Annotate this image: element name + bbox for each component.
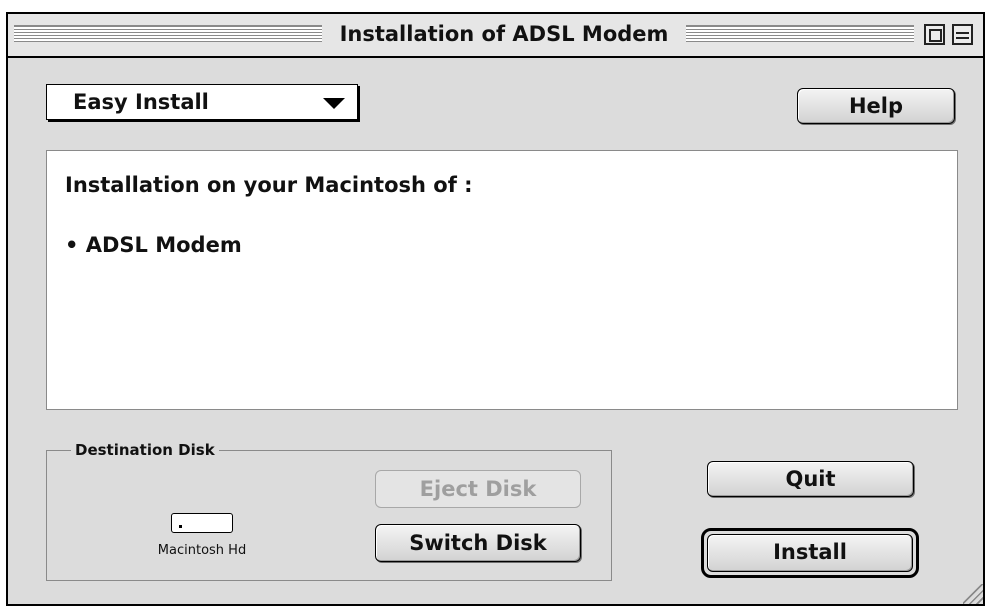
- help-button[interactable]: Help: [797, 88, 955, 124]
- install-button-label: Install: [707, 534, 913, 572]
- install-mode-selected: Easy Install: [73, 90, 209, 114]
- destination-disk-label: Destination Disk: [71, 441, 219, 459]
- eject-disk-button[interactable]: Eject Disk: [375, 470, 581, 508]
- install-button[interactable]: Install: [701, 528, 919, 578]
- quit-button[interactable]: Quit: [707, 461, 914, 497]
- title-bar[interactable]: Installation of ADSL Modem: [8, 14, 983, 58]
- zoom-box-icon[interactable]: [924, 24, 945, 45]
- triangle-down-icon: [323, 98, 345, 109]
- install-description-heading: Installation on your Macintosh of :: [65, 173, 473, 197]
- window-title: Installation of ADSL Modem: [339, 22, 669, 46]
- hard-disk-icon: [171, 513, 233, 533]
- title-bar-stripes-right: [686, 25, 914, 42]
- installer-window: Installation of ADSL Modem Easy Install …: [6, 12, 985, 606]
- install-description-panel: Installation on your Macintosh of : • AD…: [46, 150, 958, 410]
- install-mode-popup[interactable]: Easy Install: [46, 84, 358, 120]
- install-item-adsl-modem: • ADSL Modem: [65, 233, 242, 257]
- switch-disk-button[interactable]: Switch Disk: [375, 524, 581, 562]
- title-bar-stripes-left: [14, 25, 322, 42]
- destination-disk-name: Macintosh Hd: [157, 543, 247, 558]
- collapse-box-icon[interactable]: [952, 24, 973, 45]
- resize-grip-icon[interactable]: [963, 584, 983, 604]
